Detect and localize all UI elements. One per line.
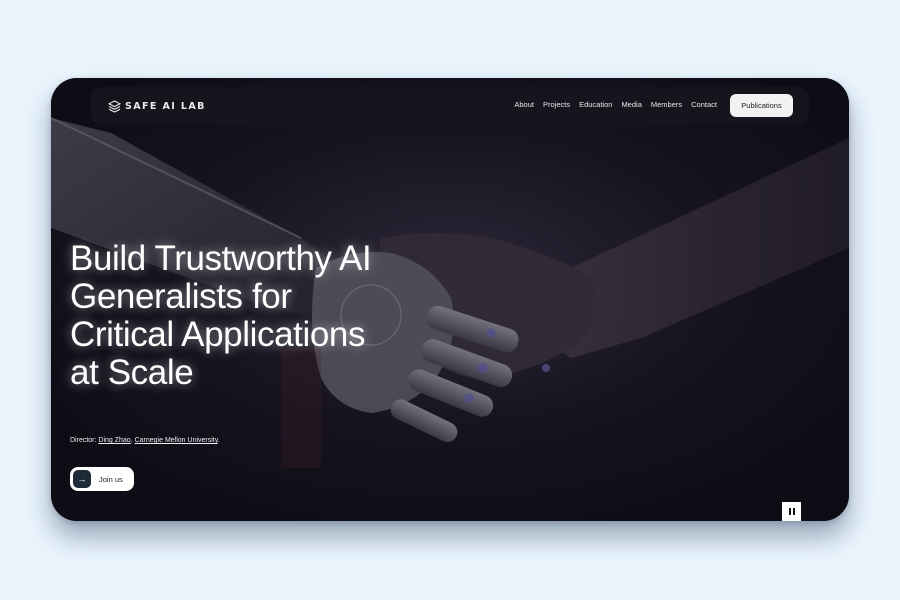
publications-button[interactable]: Publications [730, 94, 793, 117]
nav-link-media[interactable]: Media [621, 100, 641, 109]
join-us-label: Join us [99, 474, 123, 484]
director-line: Director: Ding Zhao, Carnegie Mellon Uni… [70, 437, 220, 444]
nav-link-members[interactable]: Members [651, 100, 682, 109]
video-pause-button[interactable] [782, 502, 801, 521]
nav-links: About Projects Education Media Members C… [514, 100, 717, 109]
hero-headline: Build Trustworthy AI Generalists for Cri… [70, 239, 372, 392]
nav-link-projects[interactable]: Projects [543, 100, 570, 109]
arrow-right-icon: → [73, 470, 91, 488]
logo-text: SAFE AI LAB [125, 100, 206, 112]
nav-link-contact[interactable]: Contact [691, 100, 717, 109]
director-suffix: . [217, 437, 220, 444]
browser-window: SAFE AI LAB About Projects Education Med… [51, 78, 849, 521]
director-prefix: Director: [70, 437, 99, 444]
institution-link[interactable]: Carnegie Mellon University [135, 437, 218, 444]
nav-link-about[interactable]: About [514, 100, 534, 109]
site-logo[interactable]: SAFE AI LAB [108, 98, 206, 114]
join-us-button[interactable]: → Join us [70, 467, 134, 491]
pause-icon-bar [792, 508, 795, 515]
pause-icon [788, 508, 791, 515]
director-name-link[interactable]: Ding Zhao [98, 437, 130, 444]
nav-link-education[interactable]: Education [579, 100, 612, 109]
top-navbar: SAFE AI LAB About Projects Education Med… [91, 87, 809, 124]
stacked-layers-icon [108, 99, 121, 113]
